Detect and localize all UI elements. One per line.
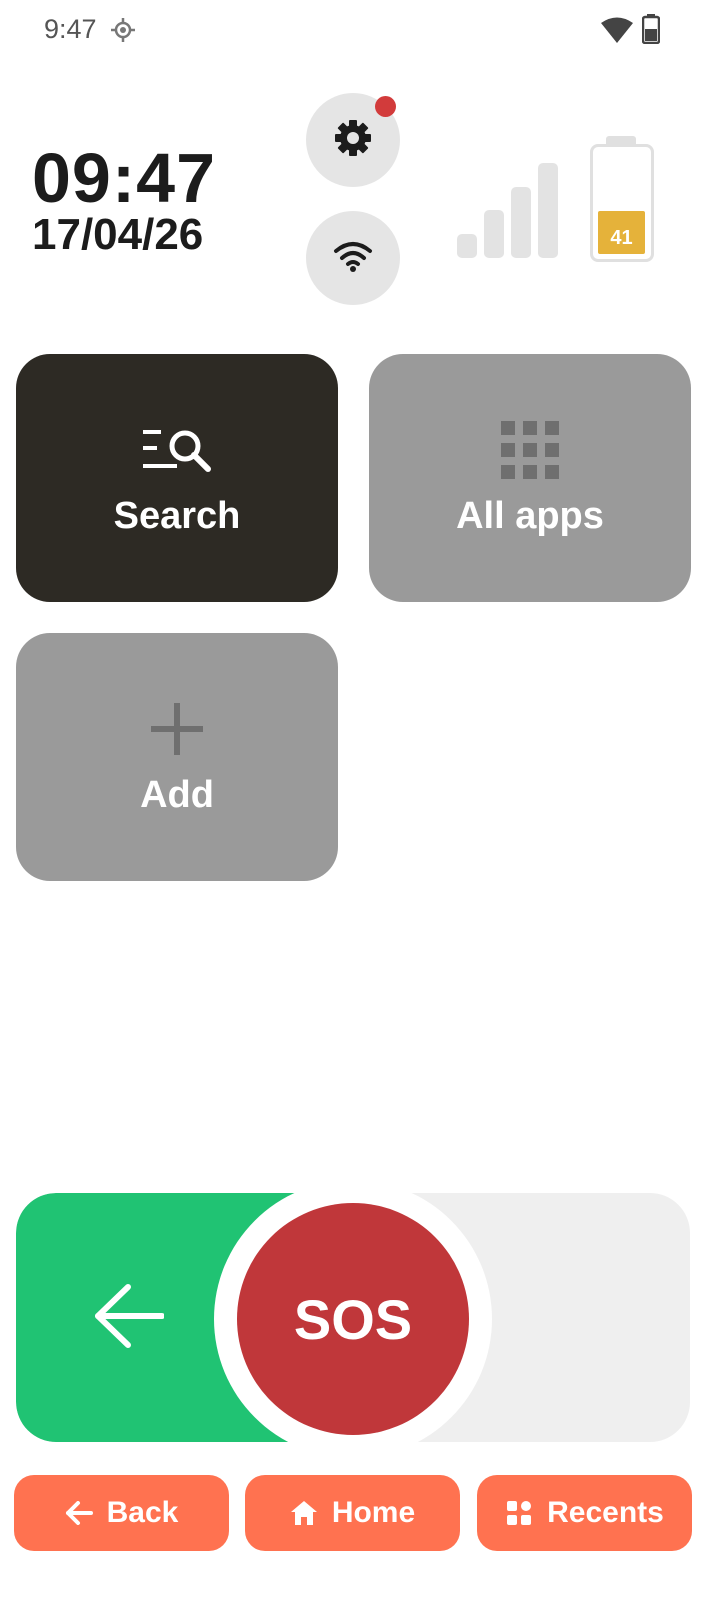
all-apps-tile[interactable]: All apps xyxy=(369,354,691,602)
add-tile-label: Add xyxy=(140,773,214,816)
plus-icon xyxy=(141,698,213,760)
battery-level: 41 xyxy=(598,211,645,254)
home-label: Home xyxy=(331,1496,416,1529)
back-button[interactable]: Back xyxy=(14,1475,229,1551)
add-tile[interactable]: Add xyxy=(16,633,338,881)
notification-dot xyxy=(375,96,396,117)
clock-time: 09:47 xyxy=(32,139,217,217)
signal-bar-2 xyxy=(484,210,504,258)
signal-bar-1 xyxy=(457,234,477,258)
wifi-button[interactable] xyxy=(306,211,400,305)
location-icon xyxy=(110,17,136,43)
all-apps-tile-label: All apps xyxy=(456,494,604,537)
recents-label: Recents xyxy=(547,1496,664,1529)
battery-status-icon xyxy=(641,14,661,45)
arrow-back-icon xyxy=(65,1499,93,1527)
grid-icon xyxy=(494,419,566,481)
back-label: Back xyxy=(106,1496,179,1529)
search-list-icon xyxy=(141,419,213,481)
signal-bar-4 xyxy=(538,163,558,258)
clock-date: 17/04/26 xyxy=(32,210,204,259)
wifi-icon xyxy=(333,239,373,278)
home-button[interactable]: Home xyxy=(245,1475,460,1551)
home-icon xyxy=(290,1499,318,1527)
search-tile[interactable]: Search xyxy=(16,354,338,602)
status-bar-time: 9:47 xyxy=(44,14,97,44)
recents-button[interactable]: Recents xyxy=(477,1475,692,1551)
recents-icon xyxy=(505,1499,533,1527)
arrow-left-icon xyxy=(92,1283,165,1349)
search-tile-label: Search xyxy=(113,494,241,537)
signal-bar-3 xyxy=(511,187,531,258)
wifi-status-icon xyxy=(600,16,634,44)
gear-icon xyxy=(333,118,373,163)
sos-button[interactable]: SOS xyxy=(237,1203,469,1435)
